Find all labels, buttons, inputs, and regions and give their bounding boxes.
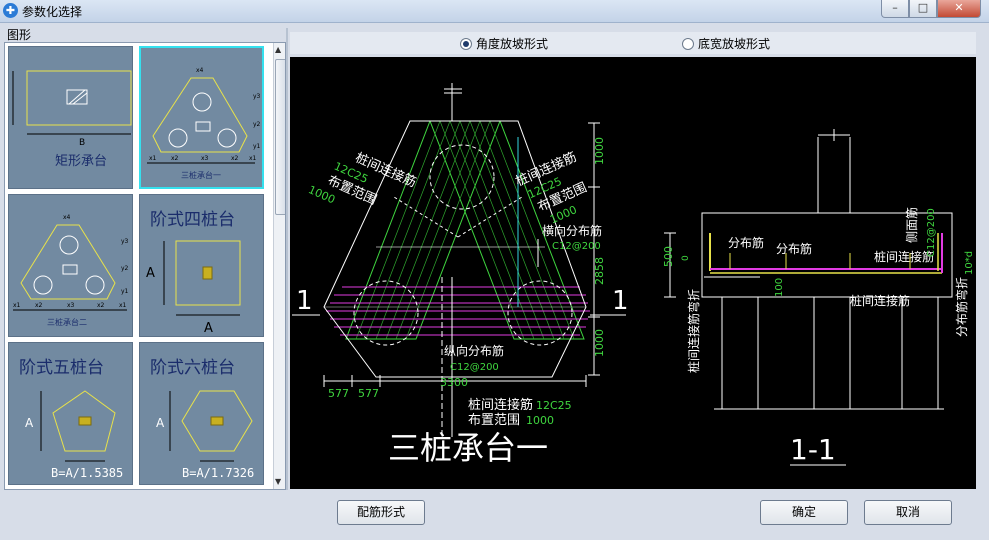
maximize-button[interactable]: □ bbox=[909, 0, 937, 18]
section-title: 1-1 bbox=[790, 433, 836, 466]
shape-panel-label: 图形 bbox=[7, 28, 32, 42]
svg-text:A: A bbox=[156, 416, 165, 430]
thumb-step-four-pile[interactable]: 阶式四桩台 A A bbox=[139, 194, 264, 337]
drawing-canvas: 1 1 1000 2858 1000 577 577 3300 桩间连接筋 12… bbox=[290, 57, 976, 489]
rect-dim-b: B bbox=[79, 138, 85, 148]
pane-splitter[interactable] bbox=[286, 28, 288, 490]
radio-angle-slope[interactable]: 角度放坡形式 bbox=[460, 35, 548, 52]
sec-link-label: 桩间连接筋 bbox=[874, 249, 934, 264]
dialog-footer: 配筋形式 确定 取消 bbox=[0, 492, 989, 540]
rect-cap-preview: B 矩形承台 bbox=[12, 70, 132, 169]
sec-distribution-label-2: 分布筋 bbox=[776, 241, 812, 256]
dim-577-a: 577 bbox=[328, 387, 349, 400]
svg-text:x2: x2 bbox=[171, 155, 179, 162]
dim-bot: 1000 bbox=[593, 329, 606, 357]
svg-text:布置范围: 布置范围 bbox=[468, 413, 520, 428]
app-icon: ✚ bbox=[3, 3, 18, 18]
shape-list-scrollbar[interactable]: ▲ ▼ bbox=[273, 43, 285, 489]
thumb-three-pile-cap-2[interactable]: x4 x1 x2 x3 x2 x1 y3 y2 y1 三桩承台二 bbox=[8, 194, 133, 337]
step-six-formula: B=A/1.7326 bbox=[182, 466, 254, 480]
sec-dim-500: 500 bbox=[662, 246, 675, 267]
dim-mid: 2858 bbox=[593, 257, 606, 285]
window-title: 参数化选择 bbox=[22, 5, 83, 19]
thumb-three-pile-cap-1[interactable]: x4 x1 x2 x3 x2 x1 y3 y2 y1 三桩承台一 bbox=[139, 46, 264, 189]
radio-bottom-width-slope[interactable]: 底宽放坡形式 bbox=[682, 35, 770, 52]
svg-text:x2: x2 bbox=[35, 302, 43, 309]
sec-side-rebar-label: 侧面筋 bbox=[904, 207, 919, 243]
step-four-title: 阶式四桩台 bbox=[150, 210, 235, 230]
cad-drawing: 1 1 1000 2858 1000 577 577 3300 桩间连接筋 12… bbox=[292, 83, 975, 467]
title-bar: ✚ 参数化选择 – □ ✕ bbox=[0, 0, 989, 23]
svg-text:x1: x1 bbox=[119, 302, 127, 309]
three-pile-2-preview: x4 x1 x2 x3 x2 x1 y3 y2 y1 三桩承台二 bbox=[13, 214, 129, 327]
three-pile-1-preview: x4 x1 x2 x3 x2 x1 y3 y2 y1 三桩承台一 bbox=[147, 67, 261, 180]
svg-text:A: A bbox=[204, 321, 213, 336]
svg-text:0: 0 bbox=[681, 255, 691, 261]
scroll-up-icon[interactable]: ▲ bbox=[275, 45, 281, 54]
svg-text:1000: 1000 bbox=[526, 414, 554, 427]
svg-text:y2: y2 bbox=[121, 265, 129, 272]
scroll-down-icon[interactable]: ▼ bbox=[275, 477, 281, 486]
sec-link-label-2: 桩间连接筋 bbox=[850, 293, 910, 308]
longitudinal-rebar-label: 纵向分布筋 bbox=[444, 343, 504, 358]
slope-mode-bar: 角度放坡形式 底宽放坡形式 bbox=[290, 32, 976, 54]
thumb-step-six-pile[interactable]: 阶式六桩台 A B=A/1.7326 bbox=[139, 342, 264, 485]
sec-link-bend-label: 桩间连接筋弯折 bbox=[686, 289, 701, 373]
radio-unselected-icon[interactable] bbox=[682, 37, 694, 50]
three-pile-2-title: 三桩承台二 bbox=[47, 317, 87, 327]
svg-text:y3: y3 bbox=[253, 93, 261, 100]
dim-3300: 3300 bbox=[440, 376, 468, 389]
svg-text:y1: y1 bbox=[253, 143, 261, 150]
bottom-link-rebar-label: 桩间连接筋 bbox=[468, 397, 533, 413]
section-mark-left: 1 bbox=[296, 286, 313, 316]
svg-text:12C25: 12C25 bbox=[536, 399, 572, 412]
svg-text:A: A bbox=[25, 416, 34, 430]
rebar-form-button[interactable]: 配筋形式 bbox=[337, 500, 425, 525]
transverse-rebar-label: 横向分布筋 bbox=[542, 223, 602, 238]
step-four-pile-preview: 阶式四桩台 A A bbox=[146, 210, 241, 336]
sec-dist-bend-label: 分布筋弯折 bbox=[954, 277, 969, 337]
section-mark-right: 1 bbox=[612, 286, 629, 316]
svg-text:A: A bbox=[146, 266, 155, 281]
shape-list: B 矩形承台 x4 x1 x2 x3 x2 x1 y3 y2 y1 三桩承台一 bbox=[4, 42, 286, 490]
thumb-rect-cap[interactable]: B 矩形承台 bbox=[8, 46, 133, 189]
svg-text:x1: x1 bbox=[149, 155, 157, 162]
dim-top: 1000 bbox=[593, 137, 606, 165]
rect-cap-title: 矩形承台 bbox=[55, 154, 107, 169]
close-button[interactable]: ✕ bbox=[937, 0, 981, 18]
svg-text:C12@200: C12@200 bbox=[926, 208, 937, 257]
plan-title: 三桩承台一 bbox=[388, 429, 548, 467]
svg-text:y2: y2 bbox=[253, 121, 261, 128]
svg-text:x3: x3 bbox=[201, 155, 209, 162]
svg-text:C12@200: C12@200 bbox=[552, 241, 601, 252]
sec-distribution-label-1: 分布筋 bbox=[728, 235, 764, 250]
svg-text:x1: x1 bbox=[13, 302, 21, 309]
svg-text:x2: x2 bbox=[97, 302, 105, 309]
thumb-step-five-pile[interactable]: 阶式五桩台 A B=A/1.5385 bbox=[8, 342, 133, 485]
step-six-title: 阶式六桩台 bbox=[150, 358, 235, 378]
svg-text:C12@200: C12@200 bbox=[450, 362, 499, 373]
svg-text:y3: y3 bbox=[121, 238, 129, 245]
step-five-pile-preview: 阶式五桩台 A B=A/1.5385 bbox=[19, 358, 123, 480]
step-five-title: 阶式五桩台 bbox=[19, 358, 104, 378]
dim-577-b: 577 bbox=[358, 387, 379, 400]
three-pile-1-title: 三桩承台一 bbox=[181, 170, 221, 180]
ok-button[interactable]: 确定 bbox=[760, 500, 848, 525]
section-view: 500 0 100 分布筋 分布筋 桩间连接筋 桩间连接筋 侧面筋 C12@20… bbox=[662, 129, 975, 466]
minimize-button[interactable]: – bbox=[881, 0, 909, 18]
svg-text:x1: x1 bbox=[249, 155, 257, 162]
svg-text:x4: x4 bbox=[63, 214, 71, 221]
svg-text:x4: x4 bbox=[196, 67, 204, 74]
svg-text:10*d: 10*d bbox=[964, 251, 975, 275]
svg-text:y1: y1 bbox=[121, 288, 129, 295]
svg-text:x3: x3 bbox=[67, 302, 75, 309]
scrollbar-thumb[interactable] bbox=[275, 59, 285, 215]
svg-text:100: 100 bbox=[774, 278, 785, 297]
plan-view: 1 1 1000 2858 1000 577 577 3300 桩间连接筋 12… bbox=[292, 83, 629, 467]
cancel-button[interactable]: 取消 bbox=[864, 500, 952, 525]
svg-text:x2: x2 bbox=[231, 155, 239, 162]
radio-selected-icon[interactable] bbox=[460, 37, 472, 50]
step-six-pile-preview: 阶式六桩台 A B=A/1.7326 bbox=[150, 358, 254, 480]
step-five-formula: B=A/1.5385 bbox=[51, 466, 123, 480]
